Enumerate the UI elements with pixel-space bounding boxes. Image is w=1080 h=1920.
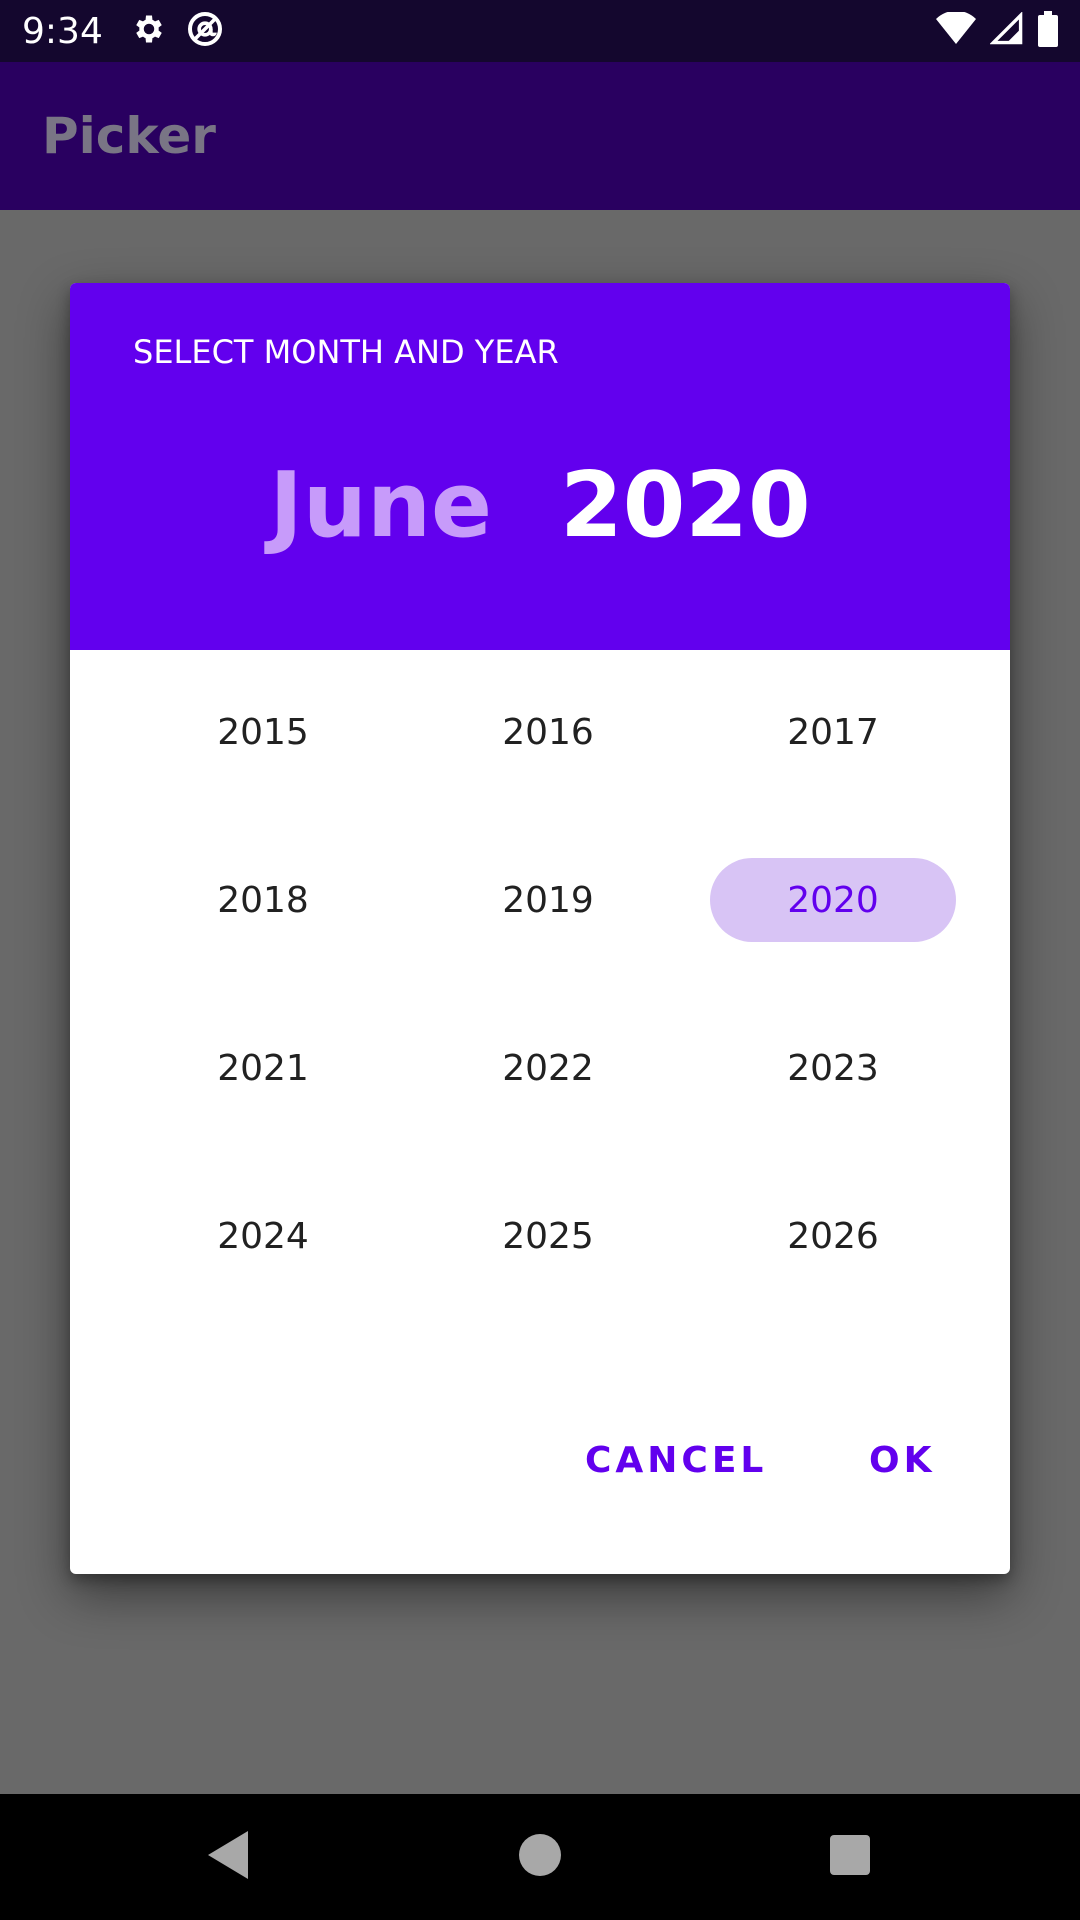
recents-icon — [830, 1835, 870, 1879]
cancel-button[interactable]: CANCEL — [569, 1430, 783, 1491]
status-left-icons — [131, 9, 225, 53]
dialog-header: SELECT MONTH AND YEAR June 2020 — [70, 283, 1010, 650]
year-option-selected[interactable]: 2020 — [710, 858, 956, 942]
year-option[interactable]: 2015 — [140, 690, 386, 774]
year-option[interactable]: 2021 — [140, 1026, 386, 1110]
year-option[interactable]: 2018 — [140, 858, 386, 942]
status-time: 9:34 — [22, 10, 103, 52]
year-option[interactable]: 2026 — [710, 1194, 956, 1278]
year-option[interactable]: 2019 — [425, 858, 671, 942]
header-year[interactable]: 2020 — [560, 453, 811, 558]
navigation-bar — [0, 1794, 1080, 1920]
year-option[interactable]: 2023 — [710, 1026, 956, 1110]
home-button[interactable] — [500, 1794, 580, 1920]
ok-button[interactable]: OK — [853, 1430, 952, 1491]
year-option[interactable]: 2017 — [710, 690, 956, 774]
wifi-icon — [936, 10, 976, 50]
battery-icon — [1038, 11, 1058, 51]
back-icon — [208, 1831, 252, 1883]
back-button[interactable] — [190, 1794, 270, 1920]
status-bar: 9:34 — [0, 0, 1080, 62]
status-right-icons — [936, 10, 1058, 51]
home-icon — [519, 1834, 561, 1880]
year-option[interactable]: 2025 — [425, 1194, 671, 1278]
year-option[interactable]: 2022 — [425, 1026, 671, 1110]
month-year-picker-dialog: SELECT MONTH AND YEAR June 2020 2015 201… — [70, 283, 1010, 1574]
app-bar: Picker — [0, 62, 1080, 210]
year-option[interactable]: 2024 — [140, 1194, 386, 1278]
settings-icon — [131, 11, 167, 51]
header-selected-date: June 2020 — [70, 453, 1010, 558]
screen: 9:34 Picker SELECT MONTH AND YEAR June 2… — [0, 0, 1080, 1920]
header-month[interactable]: June — [269, 453, 492, 558]
dialog-caption: SELECT MONTH AND YEAR — [133, 333, 559, 371]
at-sign-icon — [185, 9, 225, 53]
recents-button[interactable] — [810, 1794, 890, 1920]
year-option[interactable]: 2016 — [425, 690, 671, 774]
app-title: Picker — [42, 107, 216, 165]
signal-icon — [989, 11, 1024, 50]
